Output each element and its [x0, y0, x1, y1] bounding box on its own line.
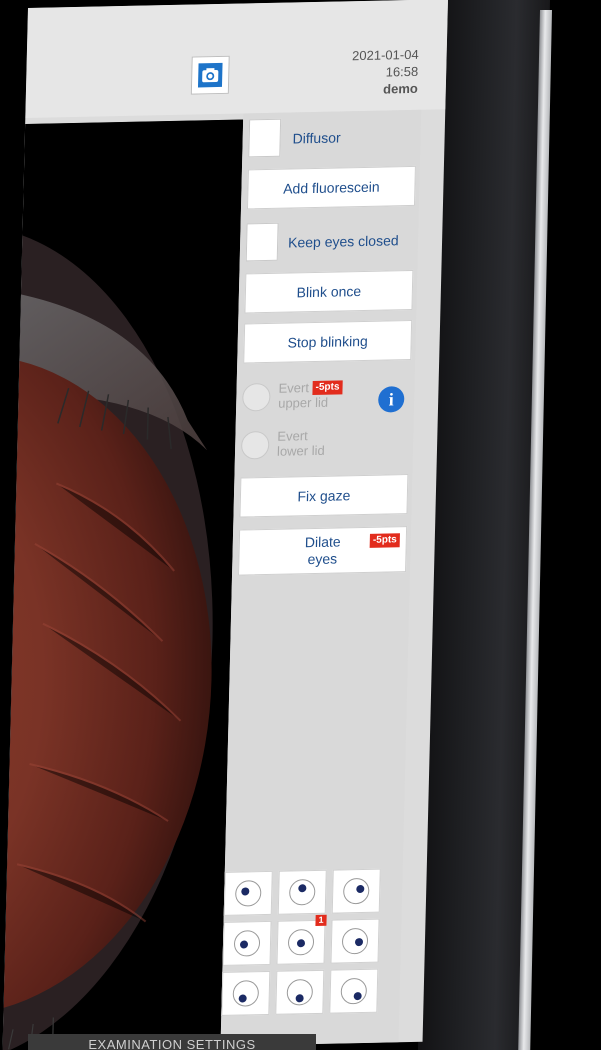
- control-panel: Diffusor Add fluorescein Keep eyes close…: [220, 109, 422, 1046]
- evert-upper-lid-text-2: upper lid: [278, 394, 329, 411]
- diffusor-checkbox[interactable]: [248, 118, 282, 158]
- evert-upper-lid-label: Evert -5pts upper lid: [278, 379, 343, 411]
- eye-icon: [234, 880, 262, 907]
- evert-lower-lid-text-2: lower lid: [276, 442, 325, 459]
- evert-upper-lid-radio[interactable]: [242, 382, 271, 412]
- fix-gaze-button[interactable]: Fix gaze: [239, 474, 409, 518]
- gaze-center-button[interactable]: 1: [276, 914, 327, 965]
- eye-icon: [232, 980, 260, 1007]
- info-icon[interactable]: i: [377, 386, 405, 413]
- gaze-right-button[interactable]: [330, 918, 380, 964]
- user-name: demo: [382, 80, 419, 97]
- gaze-center-badge: 1: [315, 914, 327, 926]
- evert-lower-lid-label: Evert lower lid: [277, 428, 325, 459]
- evert-upper-lid-text-1: Evert: [278, 380, 310, 396]
- gaze-up-left-button[interactable]: [223, 870, 273, 916]
- dilate-eyes-text-2: eyes: [307, 550, 338, 568]
- top-bar: 2021-01-04 16:58 demo: [25, 0, 449, 119]
- dilate-eyes-penalty-badge: -5pts: [369, 533, 400, 548]
- camera-icon: [197, 62, 223, 88]
- gaze-down-left-button[interactable]: [221, 970, 271, 1016]
- evert-lower-lid-text-1: Evert: [277, 428, 308, 444]
- eye-viewer[interactable]: [2, 119, 244, 1050]
- eye-icon: [287, 929, 315, 956]
- time-text: 16:58: [385, 63, 419, 80]
- gaze-down-right-button[interactable]: [329, 968, 379, 1014]
- eye-icon: [286, 979, 314, 1006]
- gaze-up-right-button[interactable]: [331, 868, 381, 914]
- dilate-eyes-text-1: Dilate: [304, 533, 341, 551]
- gaze-left-button[interactable]: [222, 920, 272, 966]
- app-screen: 2021-01-04 16:58 demo Diffusor Add fluor…: [2, 0, 449, 1050]
- keep-eyes-closed-label: Keep eyes closed: [287, 232, 399, 251]
- eye-icon: [340, 977, 368, 1005]
- eye-image: [2, 119, 244, 1050]
- examination-settings-tab[interactable]: EXAMINATION SETTINGS: [28, 1034, 316, 1050]
- camera-button[interactable]: [190, 55, 230, 95]
- date-text: 2021-01-04: [351, 46, 419, 64]
- keep-eyes-closed-checkbox[interactable]: [245, 222, 279, 262]
- add-fluorescein-button[interactable]: Add fluorescein: [246, 165, 416, 210]
- gaze-up-button[interactable]: [277, 869, 327, 915]
- eye-icon: [233, 930, 261, 957]
- datetime-block: 2021-01-04 16:58 demo: [351, 46, 419, 98]
- eye-icon: [342, 877, 370, 905]
- stop-blinking-button[interactable]: Stop blinking: [243, 319, 413, 364]
- blink-once-button[interactable]: Blink once: [244, 269, 414, 314]
- eye-icon: [288, 878, 316, 906]
- evert-upper-lid-penalty-badge: -5pts: [312, 380, 343, 396]
- evert-lower-lid-radio[interactable]: [240, 430, 270, 460]
- diffusor-label: Diffusor: [292, 129, 341, 147]
- eye-icon: [341, 927, 369, 955]
- dilate-eyes-button[interactable]: Dilate eyes -5pts: [238, 526, 408, 576]
- gaze-direction-grid: 1: [221, 868, 385, 1032]
- gaze-down-button[interactable]: [275, 969, 325, 1015]
